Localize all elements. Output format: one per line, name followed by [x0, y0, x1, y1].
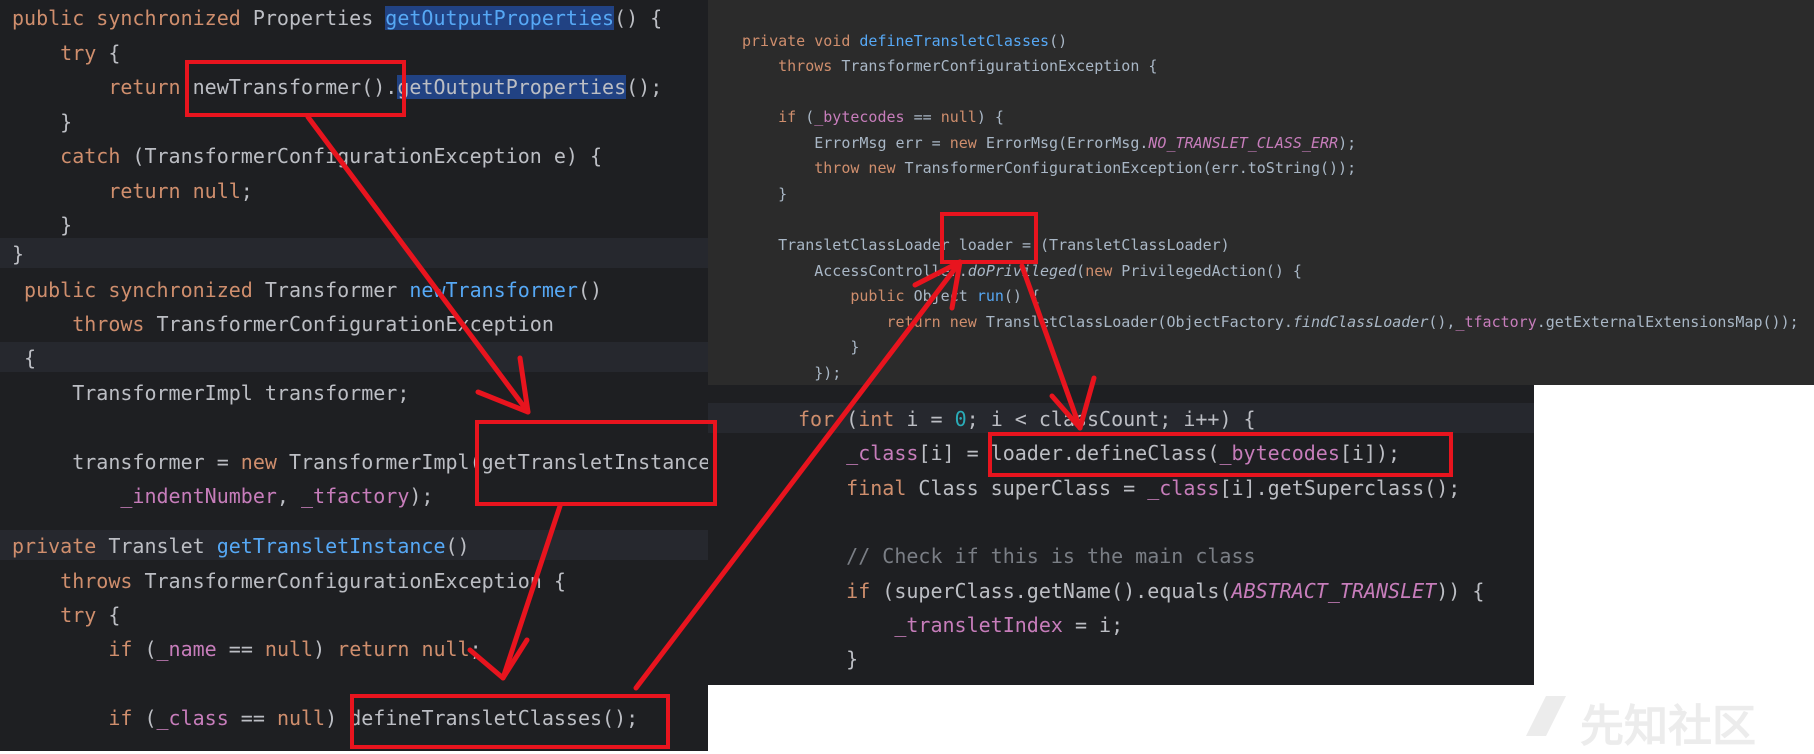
arrow-instance-to-define: [500, 503, 563, 681]
arrow-loader-to-define-class: [1019, 263, 1083, 431]
arrow-new-transformer-to-instance: [305, 114, 531, 415]
arrow-head: [467, 637, 530, 681]
annotation-arrows: [305, 114, 1097, 691]
arrow-define-to-loader: [633, 259, 963, 691]
